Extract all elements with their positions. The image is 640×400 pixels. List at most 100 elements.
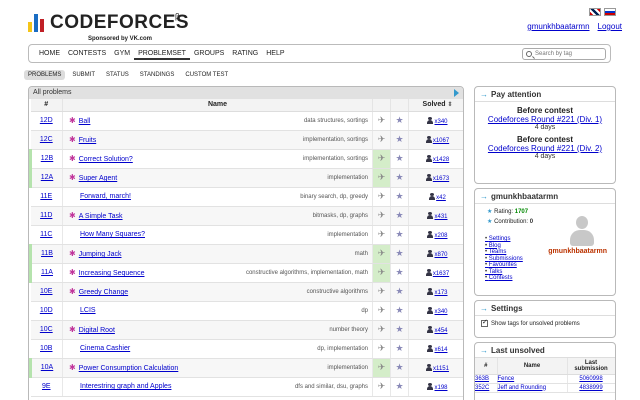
submit-plane-icon[interactable]: ✈ <box>378 191 386 201</box>
problem-name-link[interactable]: Ball <box>79 118 91 125</box>
problem-tags[interactable]: math <box>355 251 368 257</box>
problem-tags[interactable]: binary search, dp, greedy <box>300 194 368 200</box>
problem-id-link[interactable]: 11C <box>40 231 52 238</box>
problem-tags[interactable]: dfs and similar, dsu, graphs <box>295 384 368 390</box>
problem-tags[interactable]: implementation <box>327 365 368 371</box>
favourite-star-icon[interactable]: ★ <box>395 134 403 144</box>
problem-tags[interactable]: implementation <box>327 232 368 238</box>
submit-plane-icon[interactable]: ✈ <box>378 210 386 220</box>
lu-id-link[interactable]: 363B <box>475 376 489 382</box>
subnav-problems[interactable]: Problems <box>24 70 66 80</box>
contest-link[interactable]: Codeforces Round #221 (Div. 1) <box>475 115 615 124</box>
solved-count-link[interactable]: x1428 <box>433 157 449 163</box>
username-link[interactable]: gmunkhbaatarmn <box>527 22 589 31</box>
english-flag-icon[interactable] <box>589 8 601 16</box>
submit-plane-icon[interactable]: ✈ <box>378 343 386 353</box>
favourite-star-icon[interactable]: ★ <box>395 305 403 315</box>
submit-plane-icon[interactable]: ✈ <box>378 286 386 296</box>
solved-count-link[interactable]: x1067 <box>433 138 449 144</box>
problem-name-link[interactable]: A Simple Task <box>79 213 123 220</box>
problem-tags[interactable]: constructive algorithms <box>307 289 368 295</box>
favourite-star-icon[interactable]: ★ <box>395 381 403 391</box>
subnav-standings[interactable]: Standings <box>136 70 179 80</box>
submit-plane-icon[interactable]: ✈ <box>378 229 386 239</box>
lu-id-link[interactable]: 352C <box>475 385 489 391</box>
problem-id-link[interactable]: 12D <box>40 117 53 124</box>
problem-tags[interactable]: number theory <box>329 327 368 333</box>
submit-plane-icon[interactable]: ✈ <box>378 362 386 372</box>
lu-name-link[interactable]: Jeff and Rounding <box>498 385 547 391</box>
problem-name-link[interactable]: Power Consumption Calculation <box>79 365 179 372</box>
nav-item-groups[interactable]: Groups <box>190 50 228 60</box>
submit-plane-icon[interactable]: ✈ <box>378 381 386 391</box>
problem-id-link[interactable]: 10A <box>41 364 53 371</box>
header-id[interactable]: # <box>30 99 63 112</box>
nav-item-contests[interactable]: Contests <box>64 50 110 60</box>
problem-tags[interactable]: implementation, sortings <box>303 137 368 143</box>
submit-plane-icon[interactable]: ✈ <box>378 172 386 182</box>
favourite-star-icon[interactable]: ★ <box>395 343 403 353</box>
problem-name-link[interactable]: Increasing Sequence <box>79 270 145 277</box>
problem-tags[interactable]: constructive algorithms, implementation,… <box>246 270 368 276</box>
favourite-star-icon[interactable]: ★ <box>395 115 403 125</box>
header-solved[interactable]: Solved ⇕ <box>408 99 463 112</box>
nav-item-home[interactable]: Home <box>35 50 64 60</box>
favourite-star-icon[interactable]: ★ <box>395 172 403 182</box>
solved-count-link[interactable]: x614 <box>434 347 447 353</box>
solved-count-link[interactable]: x1151 <box>433 366 449 372</box>
problem-name-link[interactable]: Super Agent <box>79 175 118 182</box>
lu-name-link[interactable]: Fence <box>498 376 515 382</box>
problem-tags[interactable]: implementation <box>327 175 368 181</box>
submit-plane-icon[interactable]: ✈ <box>378 115 386 125</box>
favourite-star-icon[interactable]: ★ <box>395 267 403 277</box>
russian-flag-icon[interactable] <box>604 8 616 16</box>
problem-name-link[interactable]: LCIS <box>80 307 96 314</box>
submit-plane-icon[interactable]: ✈ <box>378 305 386 315</box>
solved-count-link[interactable]: x198 <box>434 385 447 391</box>
lu-submission-link[interactable]: 5060998 <box>579 376 602 382</box>
solved-count-link[interactable]: x431 <box>434 214 447 220</box>
show-tags-checkbox[interactable] <box>481 318 488 327</box>
problem-id-link[interactable]: 9E <box>42 383 51 390</box>
subnav-status[interactable]: Status <box>102 70 133 80</box>
problem-id-link[interactable]: 10E <box>40 288 52 295</box>
codeforces-logo[interactable]: CODEFORCES β Sponsored by VK.com <box>28 10 189 46</box>
solved-count-link[interactable]: x1637 <box>433 271 449 277</box>
favourite-star-icon[interactable]: ★ <box>395 229 403 239</box>
nav-item-gym[interactable]: Gym <box>110 50 134 60</box>
problem-id-link[interactable]: 11E <box>40 193 52 200</box>
expand-arrow-icon[interactable] <box>454 89 459 97</box>
favourite-star-icon[interactable]: ★ <box>395 248 403 258</box>
problem-name-link[interactable]: Correct Solution? <box>79 156 133 163</box>
problem-id-link[interactable]: 11A <box>41 269 53 276</box>
problem-tags[interactable]: dp, implementation <box>317 346 368 352</box>
lu-submission-link[interactable]: 4838999 <box>579 385 602 391</box>
favourite-star-icon[interactable]: ★ <box>395 362 403 372</box>
solved-count-link[interactable]: x340 <box>434 309 447 315</box>
nav-item-rating[interactable]: Rating <box>228 50 262 60</box>
solved-count-link[interactable]: x42 <box>436 195 446 201</box>
solved-count-link[interactable]: x340 <box>434 119 447 125</box>
problem-name-link[interactable]: Cinema Cashier <box>80 345 130 352</box>
problem-tags[interactable]: dp <box>361 308 368 314</box>
submit-plane-icon[interactable]: ✈ <box>378 248 386 258</box>
problem-id-link[interactable]: 10D <box>40 307 53 314</box>
subnav-custom-test[interactable]: Custom test <box>181 70 232 80</box>
avatar[interactable] <box>569 216 595 246</box>
problem-tags[interactable]: implementation, sortings <box>303 156 368 162</box>
solved-count-link[interactable]: x1673 <box>433 176 449 182</box>
problem-name-link[interactable]: Fruits <box>79 137 97 144</box>
problem-id-link[interactable]: 12C <box>40 136 53 143</box>
favourite-star-icon[interactable]: ★ <box>395 324 403 334</box>
submit-plane-icon[interactable]: ✈ <box>378 324 386 334</box>
problem-name-link[interactable]: Forward, march! <box>80 193 131 200</box>
avatar-username[interactable]: gmunkhbaatarmn <box>548 248 607 255</box>
nav-item-help[interactable]: Help <box>262 50 288 60</box>
problem-name-link[interactable]: Greedy Change <box>79 289 128 296</box>
problem-id-link[interactable]: 11B <box>41 250 53 257</box>
problem-name-link[interactable]: Digital Root <box>79 327 115 334</box>
subnav-submit[interactable]: Submit <box>68 70 99 80</box>
solved-count-link[interactable]: x870 <box>434 252 447 258</box>
submit-plane-icon[interactable]: ✈ <box>378 267 386 277</box>
nav-item-problemset[interactable]: Problemset <box>134 50 190 60</box>
